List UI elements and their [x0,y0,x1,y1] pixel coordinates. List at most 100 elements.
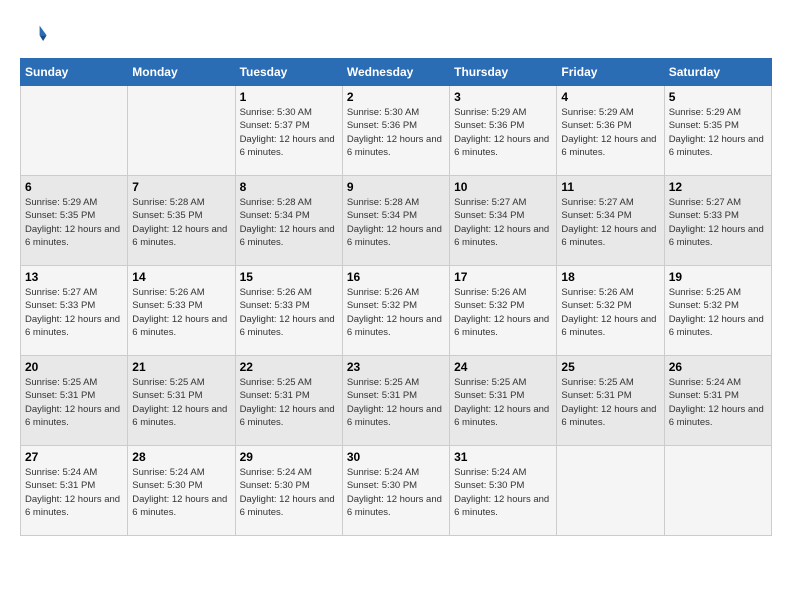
calendar-cell: 19 Sunrise: 5:25 AMSunset: 5:32 PMDayligh… [664,266,771,356]
header-row: SundayMondayTuesdayWednesdayThursdayFrid… [21,59,772,86]
calendar-cell: 4 Sunrise: 5:29 AMSunset: 5:36 PMDaylight… [557,86,664,176]
week-row-4: 20 Sunrise: 5:25 AMSunset: 5:31 PMDayligh… [21,356,772,446]
calendar-cell: 18 Sunrise: 5:26 AMSunset: 5:32 PMDayligh… [557,266,664,356]
day-number: 25 [561,360,659,374]
calendar-cell [128,86,235,176]
calendar-cell: 9 Sunrise: 5:28 AMSunset: 5:34 PMDaylight… [342,176,449,266]
day-info: Sunrise: 5:29 AMSunset: 5:36 PMDaylight:… [454,106,552,159]
week-row-1: 1Sunrise: 5:30 AMSunset: 5:37 PMDaylight… [21,86,772,176]
day-info: Sunrise: 5:25 AMSunset: 5:31 PMDaylight:… [347,376,445,429]
day-info: Sunrise: 5:29 AMSunset: 5:35 PMDaylight:… [25,196,123,249]
day-number: 23 [347,360,445,374]
calendar-cell: 16 Sunrise: 5:26 AMSunset: 5:32 PMDayligh… [342,266,449,356]
calendar-cell: 15 Sunrise: 5:26 AMSunset: 5:33 PMDayligh… [235,266,342,356]
calendar-cell: 3 Sunrise: 5:29 AMSunset: 5:36 PMDaylight… [450,86,557,176]
day-info: Sunrise: 5:30 AMSunset: 5:37 PMDaylight:… [240,106,338,159]
calendar-cell: 6 Sunrise: 5:29 AMSunset: 5:35 PMDaylight… [21,176,128,266]
calendar-cell: 8 Sunrise: 5:28 AMSunset: 5:34 PMDaylight… [235,176,342,266]
day-info: Sunrise: 5:25 AMSunset: 5:31 PMDaylight:… [25,376,123,429]
day-number: 27 [25,450,123,464]
day-info: Sunrise: 5:27 AMSunset: 5:33 PMDaylight:… [25,286,123,339]
day-info: Sunrise: 5:30 AMSunset: 5:36 PMDaylight:… [347,106,445,159]
day-header-saturday: Saturday [664,59,771,86]
day-header-thursday: Thursday [450,59,557,86]
day-info: Sunrise: 5:28 AMSunset: 5:35 PMDaylight:… [132,196,230,249]
day-info: Sunrise: 5:25 AMSunset: 5:31 PMDaylight:… [132,376,230,429]
day-number: 12 [669,180,767,194]
day-info: Sunrise: 5:29 AMSunset: 5:35 PMDaylight:… [669,106,767,159]
day-number: 6 [25,180,123,194]
calendar-cell [557,446,664,536]
day-info: Sunrise: 5:26 AMSunset: 5:32 PMDaylight:… [347,286,445,339]
day-info: Sunrise: 5:24 AMSunset: 5:30 PMDaylight:… [347,466,445,519]
calendar-table: SundayMondayTuesdayWednesdayThursdayFrid… [20,58,772,536]
calendar-cell: 25 Sunrise: 5:25 AMSunset: 5:31 PMDayligh… [557,356,664,446]
day-info: Sunrise: 5:24 AMSunset: 5:31 PMDaylight:… [669,376,767,429]
day-info: Sunrise: 5:25 AMSunset: 5:31 PMDaylight:… [561,376,659,429]
day-number: 7 [132,180,230,194]
day-number: 9 [347,180,445,194]
day-info: Sunrise: 5:28 AMSunset: 5:34 PMDaylight:… [240,196,338,249]
calendar-cell: 24Sunrise: 5:25 AMSunset: 5:31 PMDayligh… [450,356,557,446]
day-header-sunday: Sunday [21,59,128,86]
day-number: 10 [454,180,552,194]
day-info: Sunrise: 5:24 AMSunset: 5:30 PMDaylight:… [240,466,338,519]
day-number: 2 [347,90,445,104]
calendar-cell [21,86,128,176]
logo-icon [20,20,48,48]
day-header-monday: Monday [128,59,235,86]
day-number: 16 [347,270,445,284]
calendar-cell: 11 Sunrise: 5:27 AMSunset: 5:34 PMDayligh… [557,176,664,266]
calendar-cell: 23 Sunrise: 5:25 AMSunset: 5:31 PMDayligh… [342,356,449,446]
day-number: 28 [132,450,230,464]
day-number: 24 [454,360,552,374]
calendar-cell: 2 Sunrise: 5:30 AMSunset: 5:36 PMDaylight… [342,86,449,176]
day-number: 3 [454,90,552,104]
day-info: Sunrise: 5:27 AMSunset: 5:33 PMDaylight:… [669,196,767,249]
day-number: 15 [240,270,338,284]
day-header-friday: Friday [557,59,664,86]
day-info: Sunrise: 5:24 AMSunset: 5:30 PMDaylight:… [454,466,552,519]
day-number: 17 [454,270,552,284]
day-info: Sunrise: 5:26 AMSunset: 5:32 PMDaylight:… [454,286,552,339]
day-info: Sunrise: 5:27 AMSunset: 5:34 PMDaylight:… [561,196,659,249]
day-number: 20 [25,360,123,374]
day-number: 19 [669,270,767,284]
calendar-cell: 14 Sunrise: 5:26 AMSunset: 5:33 PMDayligh… [128,266,235,356]
day-number: 8 [240,180,338,194]
day-number: 18 [561,270,659,284]
calendar-cell: 31 Sunrise: 5:24 AMSunset: 5:30 PMDayligh… [450,446,557,536]
day-number: 11 [561,180,659,194]
day-number: 31 [454,450,552,464]
day-info: Sunrise: 5:29 AMSunset: 5:36 PMDaylight:… [561,106,659,159]
day-number: 4 [561,90,659,104]
week-row-3: 13Sunrise: 5:27 AMSunset: 5:33 PMDayligh… [21,266,772,356]
day-info: Sunrise: 5:24 AMSunset: 5:30 PMDaylight:… [132,466,230,519]
calendar-cell: 10 Sunrise: 5:27 AMSunset: 5:34 PMDayligh… [450,176,557,266]
day-info: Sunrise: 5:26 AMSunset: 5:33 PMDaylight:… [240,286,338,339]
day-info: Sunrise: 5:28 AMSunset: 5:34 PMDaylight:… [347,196,445,249]
day-number: 14 [132,270,230,284]
day-number: 30 [347,450,445,464]
calendar-cell: 7 Sunrise: 5:28 AMSunset: 5:35 PMDaylight… [128,176,235,266]
day-info: Sunrise: 5:25 AMSunset: 5:32 PMDaylight:… [669,286,767,339]
day-info: Sunrise: 5:24 AMSunset: 5:31 PMDaylight:… [25,466,123,519]
calendar-cell: 26Sunrise: 5:24 AMSunset: 5:31 PMDayligh… [664,356,771,446]
day-info: Sunrise: 5:25 AMSunset: 5:31 PMDaylight:… [240,376,338,429]
day-number: 22 [240,360,338,374]
calendar-cell: 17 Sunrise: 5:26 AMSunset: 5:32 PMDayligh… [450,266,557,356]
day-header-wednesday: Wednesday [342,59,449,86]
header [20,20,772,48]
day-info: Sunrise: 5:27 AMSunset: 5:34 PMDaylight:… [454,196,552,249]
calendar-cell: 20 Sunrise: 5:25 AMSunset: 5:31 PMDayligh… [21,356,128,446]
calendar-cell: 21Sunrise: 5:25 AMSunset: 5:31 PMDayligh… [128,356,235,446]
day-info: Sunrise: 5:26 AMSunset: 5:33 PMDaylight:… [132,286,230,339]
day-info: Sunrise: 5:26 AMSunset: 5:32 PMDaylight:… [561,286,659,339]
day-number: 29 [240,450,338,464]
calendar-cell: 29 Sunrise: 5:24 AMSunset: 5:30 PMDayligh… [235,446,342,536]
week-row-5: 27 Sunrise: 5:24 AMSunset: 5:31 PMDayligh… [21,446,772,536]
calendar-cell [664,446,771,536]
calendar-cell: 12 Sunrise: 5:27 AMSunset: 5:33 PMDayligh… [664,176,771,266]
logo [20,20,52,48]
calendar-cell: 27 Sunrise: 5:24 AMSunset: 5:31 PMDayligh… [21,446,128,536]
